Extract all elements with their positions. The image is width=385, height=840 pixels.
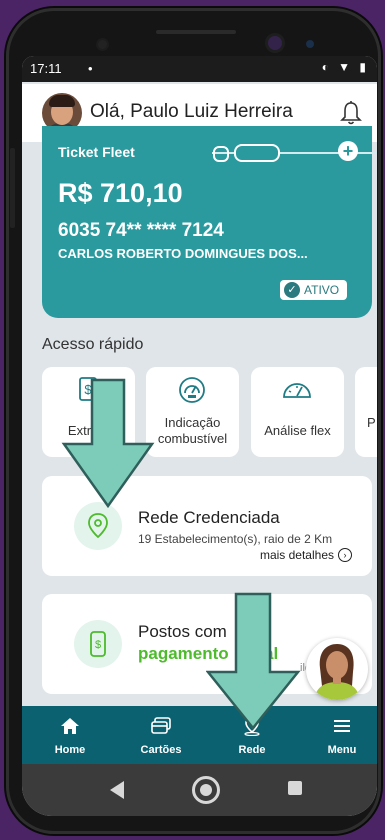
quick-tile-label: Análise flex — [264, 423, 331, 438]
tab-label: Rede — [238, 744, 266, 756]
speedometer-icon — [283, 383, 311, 398]
cards-icon — [151, 717, 171, 734]
status-label: ATIVO — [304, 283, 340, 297]
arrow-right-icon: › — [338, 548, 352, 562]
card-balance: R$ 710,10 — [58, 178, 183, 208]
more-details-link[interactable]: mais detalhes › — [260, 548, 352, 562]
location-pin-icon — [88, 513, 108, 539]
gauge-icon — [179, 377, 205, 403]
front-camera — [268, 36, 282, 50]
tutorial-arrow-icon — [206, 592, 301, 730]
phone-payment-circle: $ — [74, 620, 122, 668]
tab-label: Menu — [327, 744, 357, 756]
card-holder: CARLOS ROBERTO DOMINGUES DOS... — [58, 246, 308, 261]
quick-access-title: Acesso rápido — [42, 336, 144, 353]
assistant-icon — [314, 644, 360, 700]
status-badge: ✓ ATIVO — [280, 280, 348, 300]
home-icon — [61, 718, 79, 734]
bottom-tab-bar: Home Cartões Rede Menu — [22, 706, 377, 764]
card-brand: Ticket Fleet — [58, 144, 135, 160]
tutorial-arrow-icon — [61, 378, 155, 509]
android-nav-bar — [22, 764, 377, 816]
status-bar: 17:11 • ◐ ▼ ▮ — [22, 56, 377, 82]
status-icons: ◐ ▼ ▮ — [321, 60, 369, 74]
carousel-dot[interactable] — [213, 146, 229, 162]
fleet-card[interactable]: Ticket Fleet + R$ 710,10 6035 74** **** … — [42, 126, 377, 318]
add-card-button[interactable]: + — [338, 141, 358, 161]
svg-text:$: $ — [95, 639, 101, 651]
home-button-icon[interactable] — [192, 776, 220, 804]
bell-icon[interactable] — [339, 100, 363, 126]
card-number: 6035 74** **** 7124 — [58, 220, 224, 241]
quick-tile-label: Indicação combustível — [157, 415, 228, 446]
status-indicator: • — [88, 61, 93, 76]
quick-tile-label: P — [367, 415, 376, 430]
virtual-assistant-avatar[interactable] — [306, 638, 368, 700]
tab-menu[interactable]: Menu — [306, 706, 377, 764]
tab-home[interactable]: Home — [34, 706, 106, 764]
side-button — [10, 148, 15, 228]
rede-subtitle: 19 Estabelecimento(s), raio de 2 Km — [138, 532, 333, 546]
proximity-sensor — [306, 40, 314, 48]
more-details-label: mais detalhes — [259, 548, 334, 562]
carousel-dot-active[interactable] — [234, 144, 280, 162]
check-icon: ✓ — [284, 282, 300, 298]
quick-tile-indicacao[interactable]: Indicação combustível — [146, 367, 239, 457]
tab-label: Cartões — [140, 744, 182, 756]
quick-tile-analise-flex[interactable]: Análise flex — [251, 367, 344, 457]
tab-label: Home — [54, 744, 86, 756]
rede-title: Rede Credenciada — [138, 508, 280, 527]
tab-cartoes[interactable]: Cartões — [125, 706, 197, 764]
status-time: 17:11 — [30, 61, 62, 76]
back-icon[interactable] — [110, 781, 124, 799]
quick-tile-more[interactable]: P — [355, 367, 377, 457]
recent-apps-icon[interactable] — [288, 781, 302, 795]
greeting: Olá, Paulo Luiz Herreira — [90, 101, 293, 122]
hamburger-icon — [334, 720, 350, 732]
phone-payment-icon: $ — [90, 631, 106, 657]
speaker — [156, 30, 236, 34]
front-sensor — [98, 40, 107, 49]
